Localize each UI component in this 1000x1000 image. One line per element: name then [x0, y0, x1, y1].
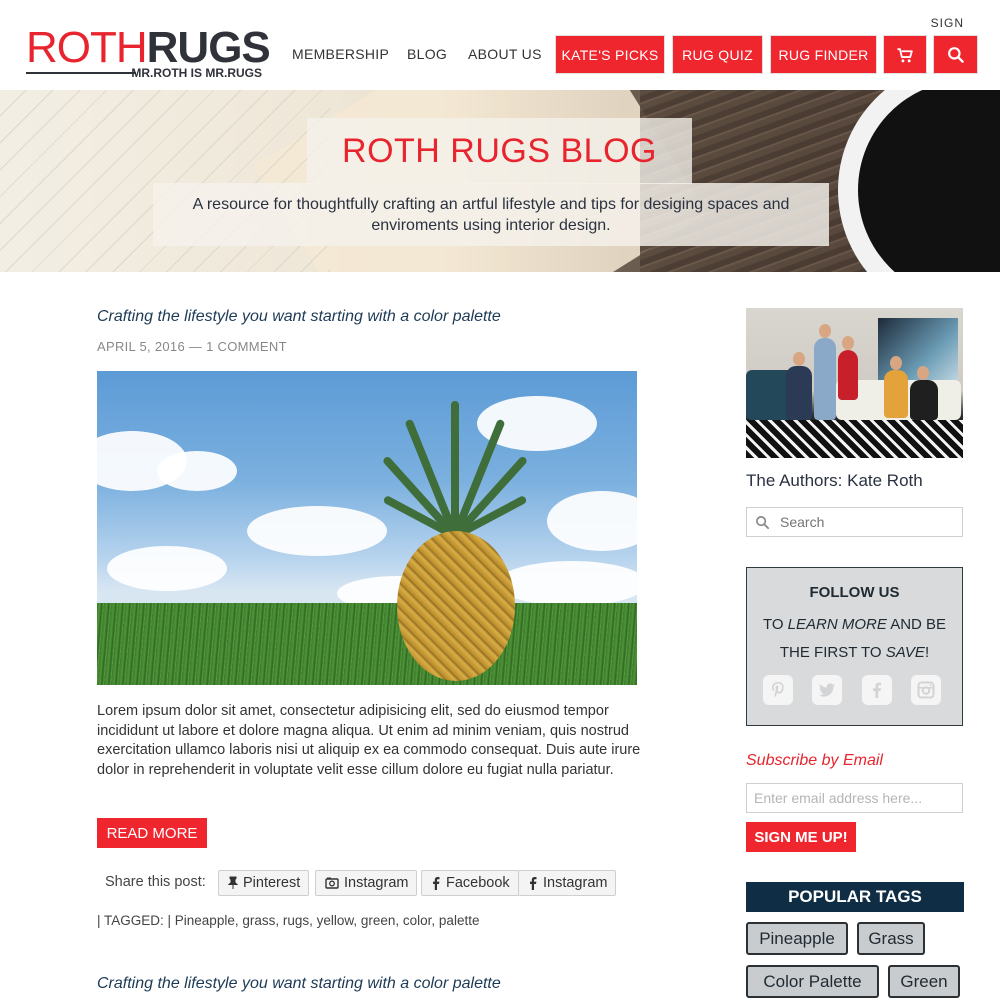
tag-pineapple[interactable]: Pineapple	[746, 922, 848, 955]
search-icon	[947, 46, 964, 63]
share-instagram-2-button[interactable]: Instagram	[518, 870, 617, 896]
person-head	[793, 352, 805, 366]
share-pinterest-label: Pinterest	[243, 875, 301, 891]
tag-color-palette[interactable]: Color Palette	[746, 965, 879, 998]
sign-link[interactable]: SIGN	[931, 16, 964, 30]
nav-blog[interactable]: BLOG	[407, 46, 447, 62]
post-date: APRIL 5, 2016	[97, 339, 185, 354]
cloud	[157, 451, 237, 491]
person-head	[842, 336, 854, 350]
logo-roth-text: ROTH	[26, 23, 148, 72]
next-post-title-link[interactable]: Crafting the lifestyle you want starting…	[97, 975, 501, 993]
search-button[interactable]	[933, 35, 978, 74]
share-label: Share this post:	[105, 874, 206, 890]
facebook-f-icon	[433, 877, 440, 890]
pineapple-body	[397, 531, 515, 681]
tag-green[interactable]: Green	[888, 965, 960, 998]
follow-us-text: TO LEARN MORE AND BE THE FIRST TO SAVE!	[762, 616, 947, 661]
page-subtitle: A resource for thoughtfully crafting an …	[192, 195, 790, 234]
post-comments-link[interactable]: 1 COMMENT	[206, 339, 287, 354]
cart-button[interactable]	[883, 35, 927, 74]
cloud	[497, 561, 637, 606]
subscribe-title: Subscribe by Email	[746, 752, 883, 769]
rug-finder-button[interactable]: RUG FINDER	[770, 35, 877, 74]
cloud	[107, 546, 227, 591]
person	[910, 380, 938, 420]
site-header: ROTHRUGS MR.ROTH IS MR.RUGS SIGN MEMBERS…	[0, 0, 1000, 90]
patterned-rug	[746, 420, 963, 458]
kates-picks-button[interactable]: KATE'S PICKS	[555, 35, 665, 74]
share-instagram-button[interactable]: Instagram	[315, 870, 418, 896]
sidebar-search-input[interactable]	[780, 514, 950, 530]
follow-us-title: FOLLOW US	[809, 584, 900, 601]
logo-underline	[26, 72, 136, 74]
cloud	[247, 506, 387, 556]
cloud	[547, 491, 637, 551]
twitter-icon	[819, 683, 835, 697]
facebook-link[interactable]	[862, 675, 892, 705]
page-title: ROTH RUGS BLOG	[342, 131, 657, 170]
nav-about-us[interactable]: ABOUT US	[468, 46, 542, 62]
post-title-link[interactable]: Crafting the lifestyle you want starting…	[97, 308, 501, 326]
person	[838, 350, 858, 400]
person-head	[819, 324, 831, 338]
roth-rugs-logo[interactable]: ROTHRUGS MR.ROTH IS MR.RUGS	[26, 26, 271, 80]
person	[786, 366, 812, 420]
hero-subtitle-box: A resource for thoughtfully crafting an …	[153, 183, 829, 246]
logo-tagline: MR.ROTH IS MR.RUGS	[131, 66, 262, 80]
sign-me-up-button[interactable]: SIGN ME UP!	[746, 822, 856, 852]
hero-title-box: ROTH RUGS BLOG	[307, 118, 692, 184]
popular-tags-heading: POPULAR TAGS	[746, 882, 964, 912]
logo-rugs-text: RUGS	[146, 23, 271, 72]
authors-caption: The Authors: Kate Roth	[746, 471, 923, 490]
twitter-link[interactable]	[812, 675, 842, 705]
share-facebook-label: Facebook	[446, 875, 510, 891]
nav-membership[interactable]: MEMBERSHIP	[292, 46, 389, 62]
pinterest-link[interactable]	[763, 675, 793, 705]
cart-icon	[897, 47, 913, 62]
pushpin-icon	[227, 876, 239, 889]
rug-quiz-button[interactable]: RUG QUIZ	[672, 35, 763, 74]
post-tags-line[interactable]: | TAGGED: | Pineapple, grass, rugs, yell…	[97, 913, 479, 928]
instagram-icon	[917, 681, 935, 699]
tag-grass[interactable]: Grass	[857, 922, 925, 955]
email-field[interactable]	[746, 783, 963, 813]
sidebar-search[interactable]	[746, 507, 963, 537]
person-head	[890, 356, 902, 370]
person	[884, 370, 908, 418]
person	[814, 338, 836, 420]
post-excerpt: Lorem ipsum dolor sit amet, consectetur …	[97, 703, 641, 778]
camera-icon	[325, 877, 339, 889]
follow-us-box: FOLLOW US TO LEARN MORE AND BE THE FIRST…	[746, 567, 963, 726]
read-more-button[interactable]: READ MORE	[97, 818, 207, 848]
search-icon	[756, 515, 770, 529]
blog-hero-banner: ROTH RUGS BLOG A resource for thoughtful…	[0, 90, 1000, 272]
post-meta: APRIL 5, 2016 — 1 COMMENT	[97, 339, 287, 354]
share-instagram-label: Instagram	[344, 875, 409, 891]
share-pinterest-button[interactable]: Pinterest	[218, 870, 310, 896]
person-head	[917, 366, 929, 380]
share-facebook-button[interactable]: Facebook	[421, 870, 519, 896]
facebook-f-icon	[530, 877, 537, 890]
facebook-icon	[873, 682, 881, 698]
pinterest-icon	[772, 682, 784, 698]
authors-photo[interactable]	[746, 308, 963, 458]
share-instagram-2-label: Instagram	[543, 875, 608, 891]
post-featured-image[interactable]	[97, 371, 637, 685]
grass	[97, 603, 637, 685]
instagram-link[interactable]	[911, 675, 941, 705]
